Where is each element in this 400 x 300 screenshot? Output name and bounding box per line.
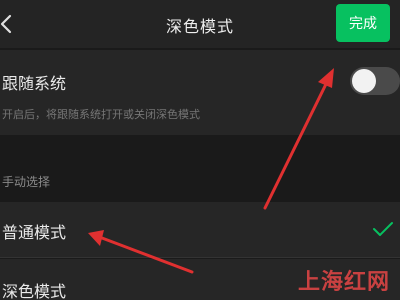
watermark: 上海红网 [298, 270, 391, 295]
check-icon [373, 222, 393, 236]
dark-mode-settings-screen: 深色模式 完成 跟随系统 开启后，将跟随系统打开或关闭深色模式 手动选择 普通模… [0, 0, 400, 300]
mode-option-normal[interactable]: 普通模式 [0, 202, 400, 258]
header-bar: 深色模式 完成 [0, 0, 400, 48]
toggle-knob [352, 69, 376, 93]
follow-system-description: 开启后，将跟随系统打开或关闭深色模式 [2, 108, 200, 121]
mode-option-label: 深色模式 [2, 282, 67, 300]
mode-option-label: 普通模式 [2, 223, 67, 242]
follow-system-toggle[interactable] [350, 67, 400, 95]
done-button[interactable]: 完成 [336, 4, 390, 42]
manual-section-label: 手动选择 [2, 175, 51, 189]
follow-system-row: 跟随系统 开启后，将跟随系统打开或关闭深色模式 [0, 50, 400, 135]
follow-system-label: 跟随系统 [2, 74, 67, 93]
